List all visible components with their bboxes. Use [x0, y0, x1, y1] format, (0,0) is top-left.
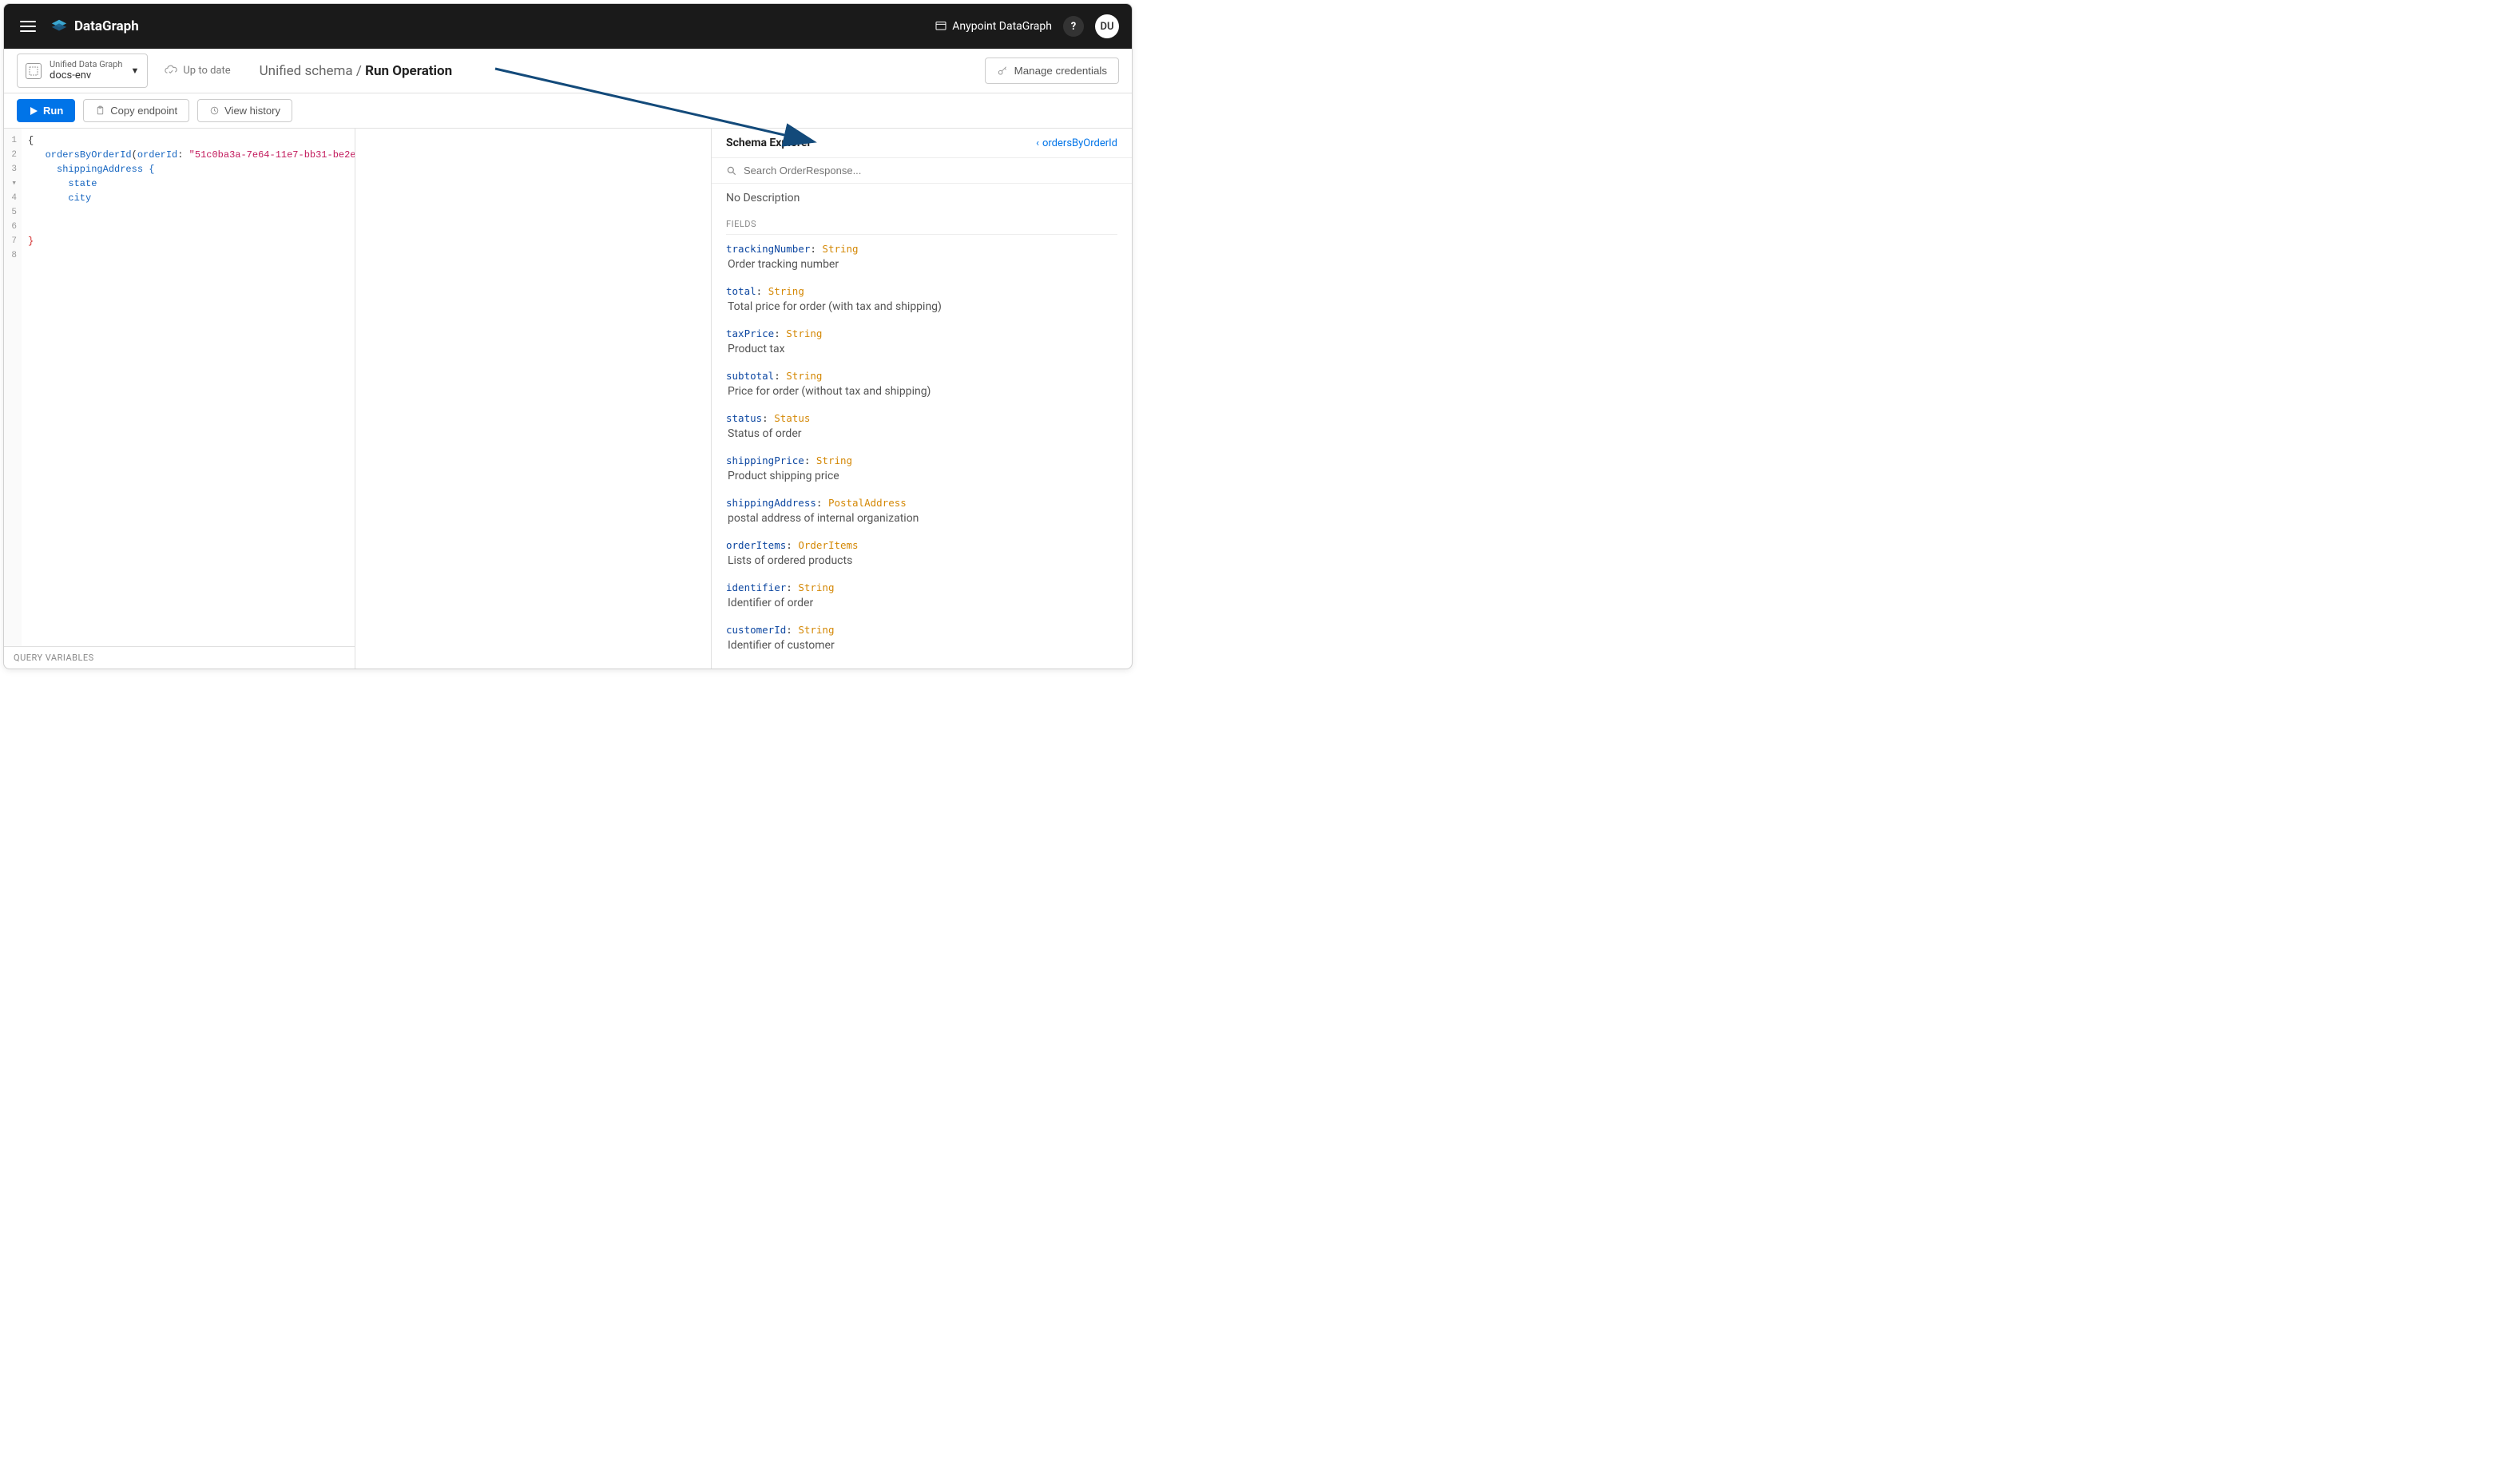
schema-explorer-title: Schema Explorer: [726, 137, 812, 149]
clipboard-icon: [95, 105, 105, 116]
search-icon: [726, 165, 737, 177]
graph-icon: [26, 63, 42, 79]
schema-panel: Schema ✕ Schema Explorer ‹ ordersByOrder…: [712, 129, 1132, 669]
schema-search-input[interactable]: [744, 165, 1117, 177]
app-logo[interactable]: DataGraph: [50, 18, 139, 35]
history-icon: [209, 105, 220, 116]
fields-list: trackingNumber: StringOrder tracking num…: [726, 243, 1117, 652]
subheader: Unified Data Graph docs-env ▼ Up to date…: [4, 49, 1132, 93]
help-button[interactable]: ?: [1063, 16, 1084, 37]
toolbar: Run Copy endpoint View history: [4, 93, 1132, 129]
user-avatar[interactable]: DU: [1095, 14, 1119, 38]
copy-endpoint-button[interactable]: Copy endpoint: [83, 99, 189, 122]
view-history-button[interactable]: View history: [197, 99, 292, 122]
schema-field[interactable]: shippingAddress: PostalAddresspostal add…: [726, 497, 1117, 525]
product-link[interactable]: Anypoint DataGraph: [935, 20, 1052, 33]
top-nav: DataGraph Anypoint DataGraph ? DU: [4, 4, 1132, 49]
run-button[interactable]: Run: [17, 99, 75, 122]
env-title: Unified Data Graph: [50, 59, 122, 69]
chevron-left-icon: ‹: [1036, 137, 1039, 149]
schema-field[interactable]: taxPrice: StringProduct tax: [726, 327, 1117, 355]
window-icon: [935, 20, 947, 33]
schema-field[interactable]: total: StringTotal price for order (with…: [726, 285, 1117, 313]
query-editor[interactable]: 1 2 3 ▾ 4 5 6 7 8 { ordersByOrderId(orde…: [4, 129, 355, 669]
sync-status: Up to date: [164, 64, 230, 78]
breadcrumb: Unified schema / Run Operation: [260, 63, 453, 79]
datagraph-icon: [50, 18, 68, 35]
schema-field[interactable]: shippingPrice: StringProduct shipping pr…: [726, 454, 1117, 482]
play-icon: [29, 106, 38, 116]
line-gutter: 1 2 3 ▾ 4 5 6 7 8: [4, 129, 22, 646]
schema-search[interactable]: [712, 158, 1132, 184]
env-value: docs-env: [50, 69, 122, 82]
app-name: DataGraph: [74, 18, 139, 34]
query-variables-toggle[interactable]: Query Variables: [4, 646, 355, 669]
schema-field[interactable]: identifier: StringIdentifier of order: [726, 581, 1117, 609]
schema-field[interactable]: subtotal: StringPrice for order (without…: [726, 370, 1117, 398]
schema-field[interactable]: trackingNumber: StringOrder tracking num…: [726, 243, 1117, 271]
manage-credentials-button[interactable]: Manage credentials: [985, 58, 1119, 84]
schema-no-description: No Description: [726, 192, 1117, 204]
chevron-down-icon: ▼: [130, 65, 139, 76]
schema-field[interactable]: orderItems: OrderItemsLists of ordered p…: [726, 539, 1117, 567]
results-panel: [355, 129, 712, 669]
key-icon: [997, 65, 1008, 77]
cloud-check-icon: [164, 64, 178, 78]
schema-back-link[interactable]: ‹ ordersByOrderId: [1036, 137, 1117, 149]
environment-selector[interactable]: Unified Data Graph docs-env ▼: [17, 54, 148, 88]
fields-heading: Fields: [726, 219, 1117, 235]
hamburger-menu-icon[interactable]: [17, 18, 39, 35]
schema-field[interactable]: customerId: StringIdentifier of customer: [726, 624, 1117, 652]
code-content[interactable]: { ordersByOrderId(orderId: "51c0ba3a-7e6…: [22, 129, 355, 646]
schema-field[interactable]: status: StatusStatus of order: [726, 412, 1117, 440]
